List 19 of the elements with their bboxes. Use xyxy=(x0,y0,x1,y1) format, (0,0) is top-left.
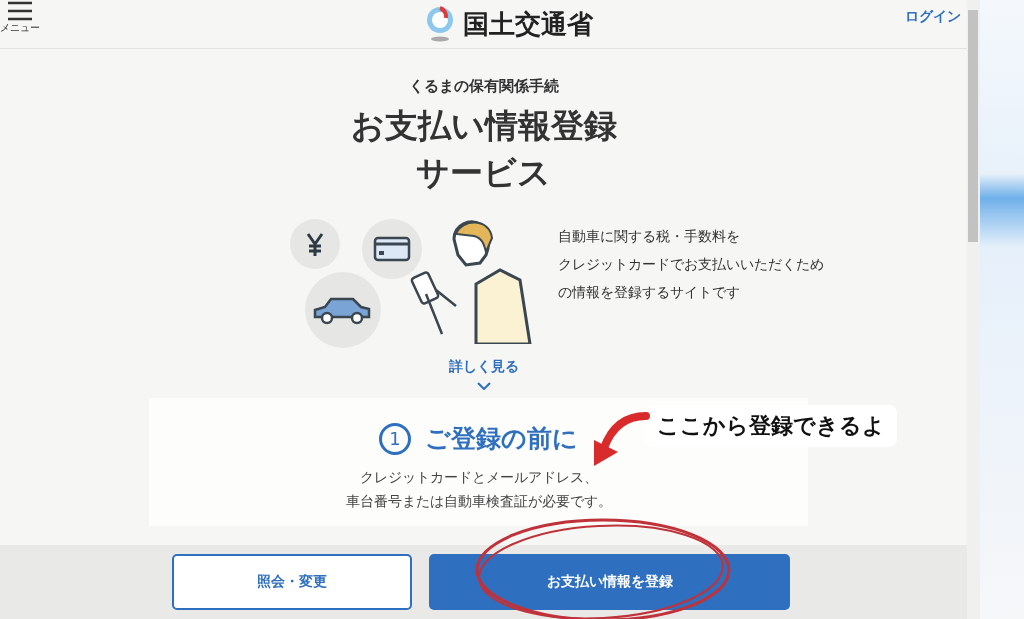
inquiry-button[interactable]: 照会・変更 xyxy=(172,554,412,610)
show-more-link[interactable]: 詳しく見る xyxy=(448,358,519,376)
car-icon xyxy=(304,272,381,348)
login-link[interactable]: ログイン xyxy=(905,8,961,26)
chevron-down-icon xyxy=(476,382,491,390)
yen-icon xyxy=(289,219,340,269)
step-heading: ご登録の前に xyxy=(425,423,578,455)
register-button[interactable]: お支払い情報を登録 xyxy=(429,554,790,610)
annotation-label: ここから登録できるよ xyxy=(645,405,897,447)
step-number: 1 xyxy=(379,422,411,455)
logo-text: 国土交通省 xyxy=(462,7,593,41)
step-description: クレジットカードとメールアドレス、 車台番号または自動車検査証が必要です。 xyxy=(345,468,612,511)
service-category: くるまの保有関係手続 xyxy=(408,77,559,96)
service-description: 自動車に関する税・手数料を クレジットカードでお支払いいただくため の情報を登録するサイトです xyxy=(557,227,824,302)
menu-icon xyxy=(7,1,33,21)
page-title: お支払い情報登録 サービス xyxy=(350,105,617,194)
credit-card-icon xyxy=(361,219,422,279)
menu-button[interactable]: メニュー xyxy=(0,1,40,35)
scrollbar[interactable] xyxy=(967,0,980,619)
